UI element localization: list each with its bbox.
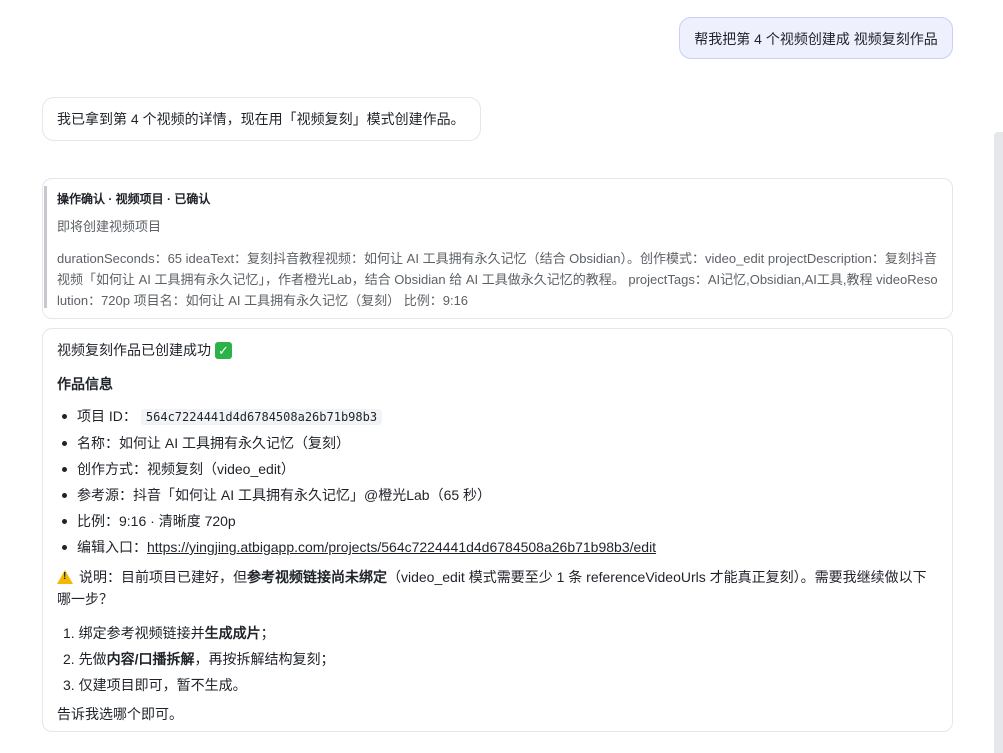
next-steps-list: 1. 绑定参考视频链接并生成成片； 2. 先做内容/口播拆解，再按拆解结构复刻；… (57, 620, 938, 698)
list-item: 比例：9:16 · 清晰度 720p (57, 508, 938, 534)
step-number: 3. (63, 677, 75, 693)
project-info-list: 项目 ID： 564c7224441d4d6784508a26b71b98b3 名… (57, 403, 938, 560)
confirm-card-title: 操作确认 · 视频项目 · 已确认 (57, 192, 211, 206)
result-message-card: 视频复刻作品已创建成功 ✓ 作品信息 项目 ID： 564c7224441d4d6… (42, 328, 953, 732)
check-mark-icon: ✓ (215, 341, 232, 359)
list-item: 2. 先做内容/口播拆解，再按拆解结构复刻； (57, 646, 938, 672)
step-text: 绑定参考视频链接并 (78, 625, 205, 641)
scrollbar[interactable] (994, 132, 1003, 753)
result-title: 视频复刻作品已创建成功 ✓ (57, 340, 938, 360)
confirm-card-subtitle: 即将创建视频项目 (57, 219, 162, 234)
list-item: 参考源：抖音「如何让 AI 工具拥有永久记忆」@橙光Lab（65 秒） (57, 482, 938, 508)
list-item: 创作方式：视频复刻（video_edit） (57, 456, 938, 482)
operation-confirm-card: 操作确认 · 视频项目 · 已确认 即将创建视频项目 durationSecon… (42, 178, 953, 319)
note-prefix: 说明：目前项目已建好，但 (79, 569, 247, 585)
user-message-bubble: 帮我把第 4 个视频创建成 视频复刻作品 (679, 17, 953, 59)
confirm-card-body: 操作确认 · 视频项目 · 已确认 即将创建视频项目 durationSecon… (44, 186, 952, 308)
note-bold: 参考视频链接尚未绑定 (247, 569, 387, 585)
step-bold: 内容/口播拆解 (106, 651, 195, 667)
step-number: 2. (63, 651, 75, 667)
list-item: 1. 绑定参考视频链接并生成成片； (57, 620, 938, 646)
note-paragraph: 说明：目前项目已建好，但参考视频链接尚未绑定（video_edit 模式需要至少… (57, 566, 938, 610)
assistant-message-text: 我已拿到第 4 个视频的详情，现在用「视频复刻」模式创建作品。 (57, 111, 465, 127)
edit-entry-label: 编辑入口： (77, 539, 147, 555)
footer-text: 告诉我选哪个即可。 (57, 706, 183, 722)
edit-entry-link[interactable]: https://yingjing.atbigapp.com/projects/5… (147, 539, 656, 555)
project-id-code: 564c7224441d4d6784508a26b71b98b3 (140, 409, 383, 425)
list-item: 编辑入口：https://yingjing.atbigapp.com/proje… (57, 534, 938, 560)
list-item: 项目 ID： 564c7224441d4d6784508a26b71b98b3 (57, 403, 938, 430)
section-title: 作品信息 (57, 376, 113, 392)
project-id-label: 项目 ID： (77, 408, 137, 424)
warning-icon (57, 570, 73, 584)
user-message-text: 帮我把第 4 个视频创建成 视频复刻作品 (694, 31, 938, 47)
step-text-end: ； (260, 625, 275, 641)
list-item: 3. 仅建项目即可，暂不生成。 (57, 672, 938, 698)
step-number: 1. (63, 625, 75, 641)
assistant-message-bubble: 我已拿到第 4 个视频的详情，现在用「视频复刻」模式创建作品。 (42, 97, 481, 141)
step-text: 先做 (78, 651, 107, 667)
result-title-text: 视频复刻作品已创建成功 (57, 342, 211, 358)
step-bold: 生成成片 (204, 625, 261, 641)
step-text-end: ，再按拆解结构复刻； (194, 651, 335, 667)
step-text: 仅建项目即可，暂不生成。 (78, 677, 247, 693)
confirm-card-description: durationSeconds：65 ideaText：复刻抖音教程视频：如何让… (57, 251, 938, 308)
list-item: 名称：如何让 AI 工具拥有永久记忆（复刻） (57, 430, 938, 456)
